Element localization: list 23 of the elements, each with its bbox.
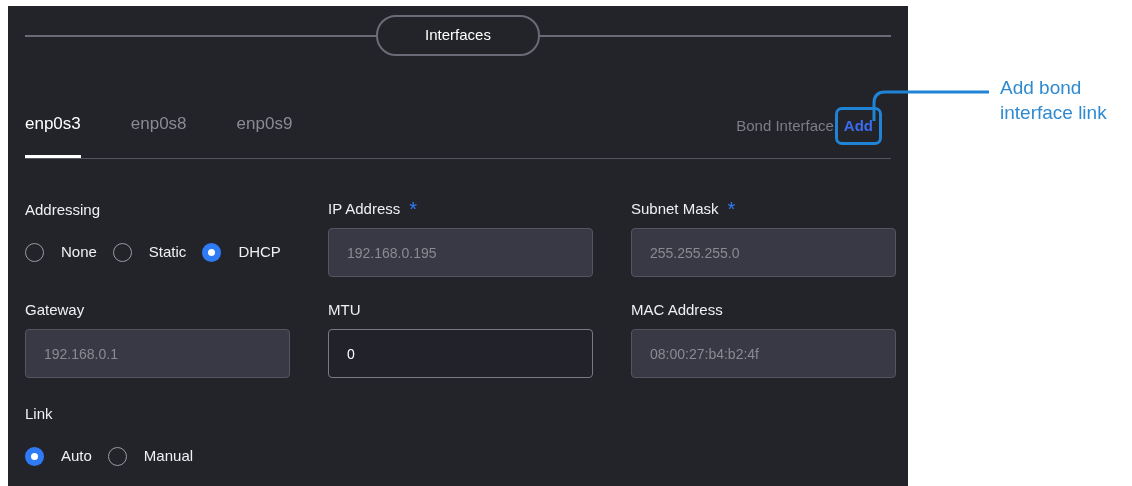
bond-interface-label: Bond Interface bbox=[736, 115, 834, 136]
radio-button[interactable] bbox=[202, 242, 222, 262]
tab[interactable]: enp0s3 bbox=[25, 105, 81, 158]
radio-button[interactable] bbox=[25, 446, 44, 466]
callout-text: Add bond interface link bbox=[1000, 76, 1108, 125]
field-label: Subnet Mask bbox=[631, 198, 719, 219]
required-asterisk: * bbox=[409, 199, 418, 219]
radio-option[interactable]: None bbox=[25, 241, 97, 264]
field-label: MTU bbox=[328, 299, 361, 320]
field-label: MAC Address bbox=[631, 299, 723, 320]
field-label: IP Address bbox=[328, 198, 401, 219]
field-label: Link bbox=[25, 404, 54, 423]
section-title: Interfaces bbox=[376, 15, 540, 56]
radio-option[interactable]: Manual bbox=[107, 445, 194, 468]
radio-option[interactable]: Static bbox=[112, 241, 187, 264]
field-label: Addressing bbox=[25, 200, 102, 219]
input-field[interactable]: 0 bbox=[328, 329, 593, 378]
required-asterisk: * bbox=[727, 199, 736, 219]
tab[interactable]: enp0s9 bbox=[236, 105, 293, 158]
field-label: Gateway bbox=[25, 299, 85, 320]
radio-option[interactable]: DHCP bbox=[202, 241, 281, 264]
radio-option[interactable]: Auto bbox=[25, 445, 92, 468]
tab[interactable]: enp0s8 bbox=[130, 105, 187, 158]
